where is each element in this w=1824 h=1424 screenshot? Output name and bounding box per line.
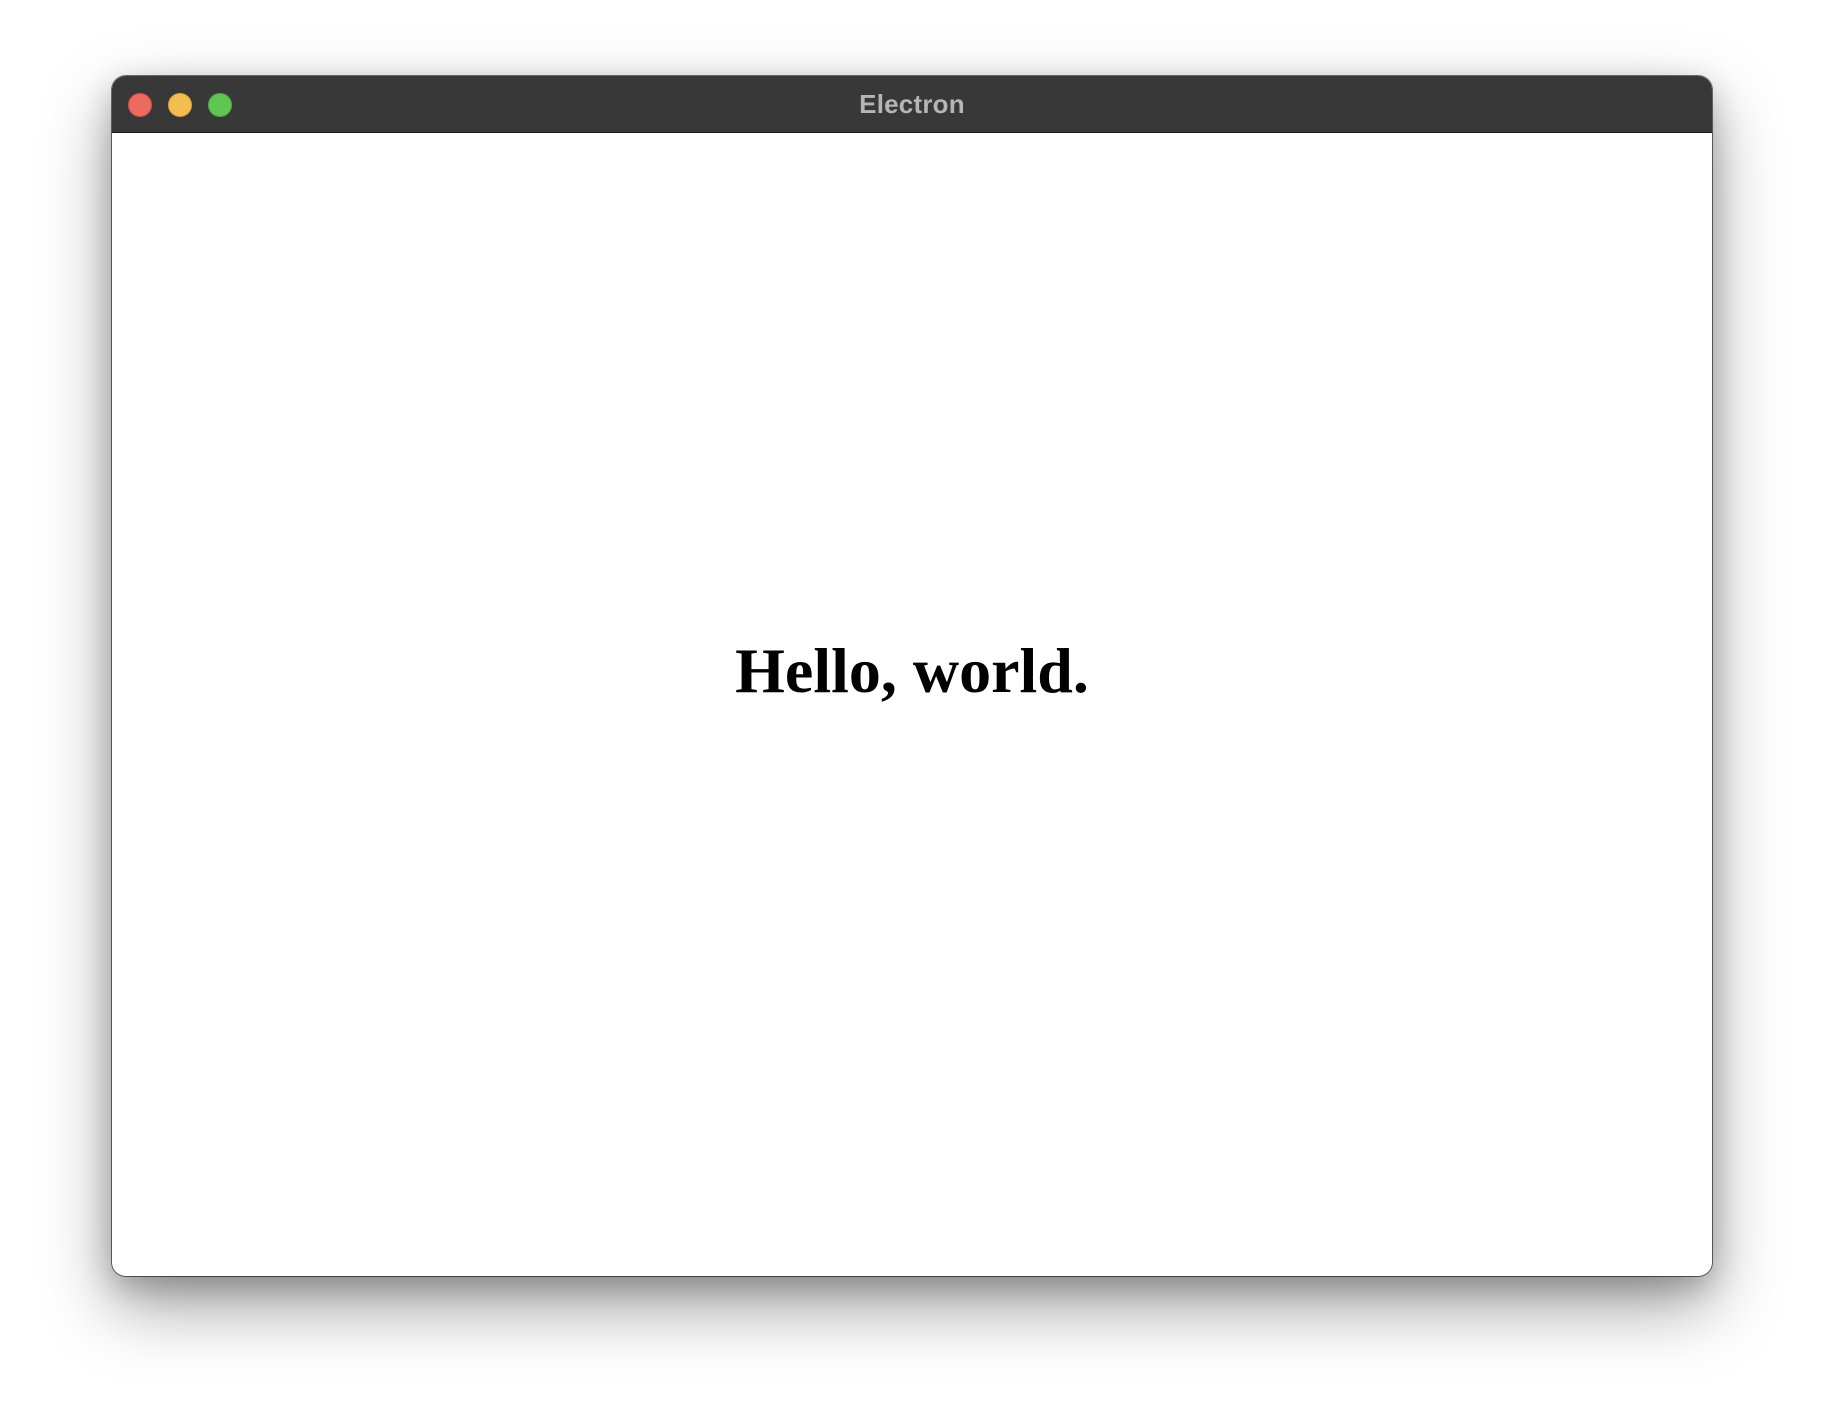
page-content: Hello, world. [112,133,1712,1276]
title-bar[interactable]: Electron [112,76,1712,133]
app-window: Electron Hello, world. [112,76,1712,1276]
hello-heading: Hello, world. [735,635,1089,706]
window-title: Electron [859,89,965,119]
